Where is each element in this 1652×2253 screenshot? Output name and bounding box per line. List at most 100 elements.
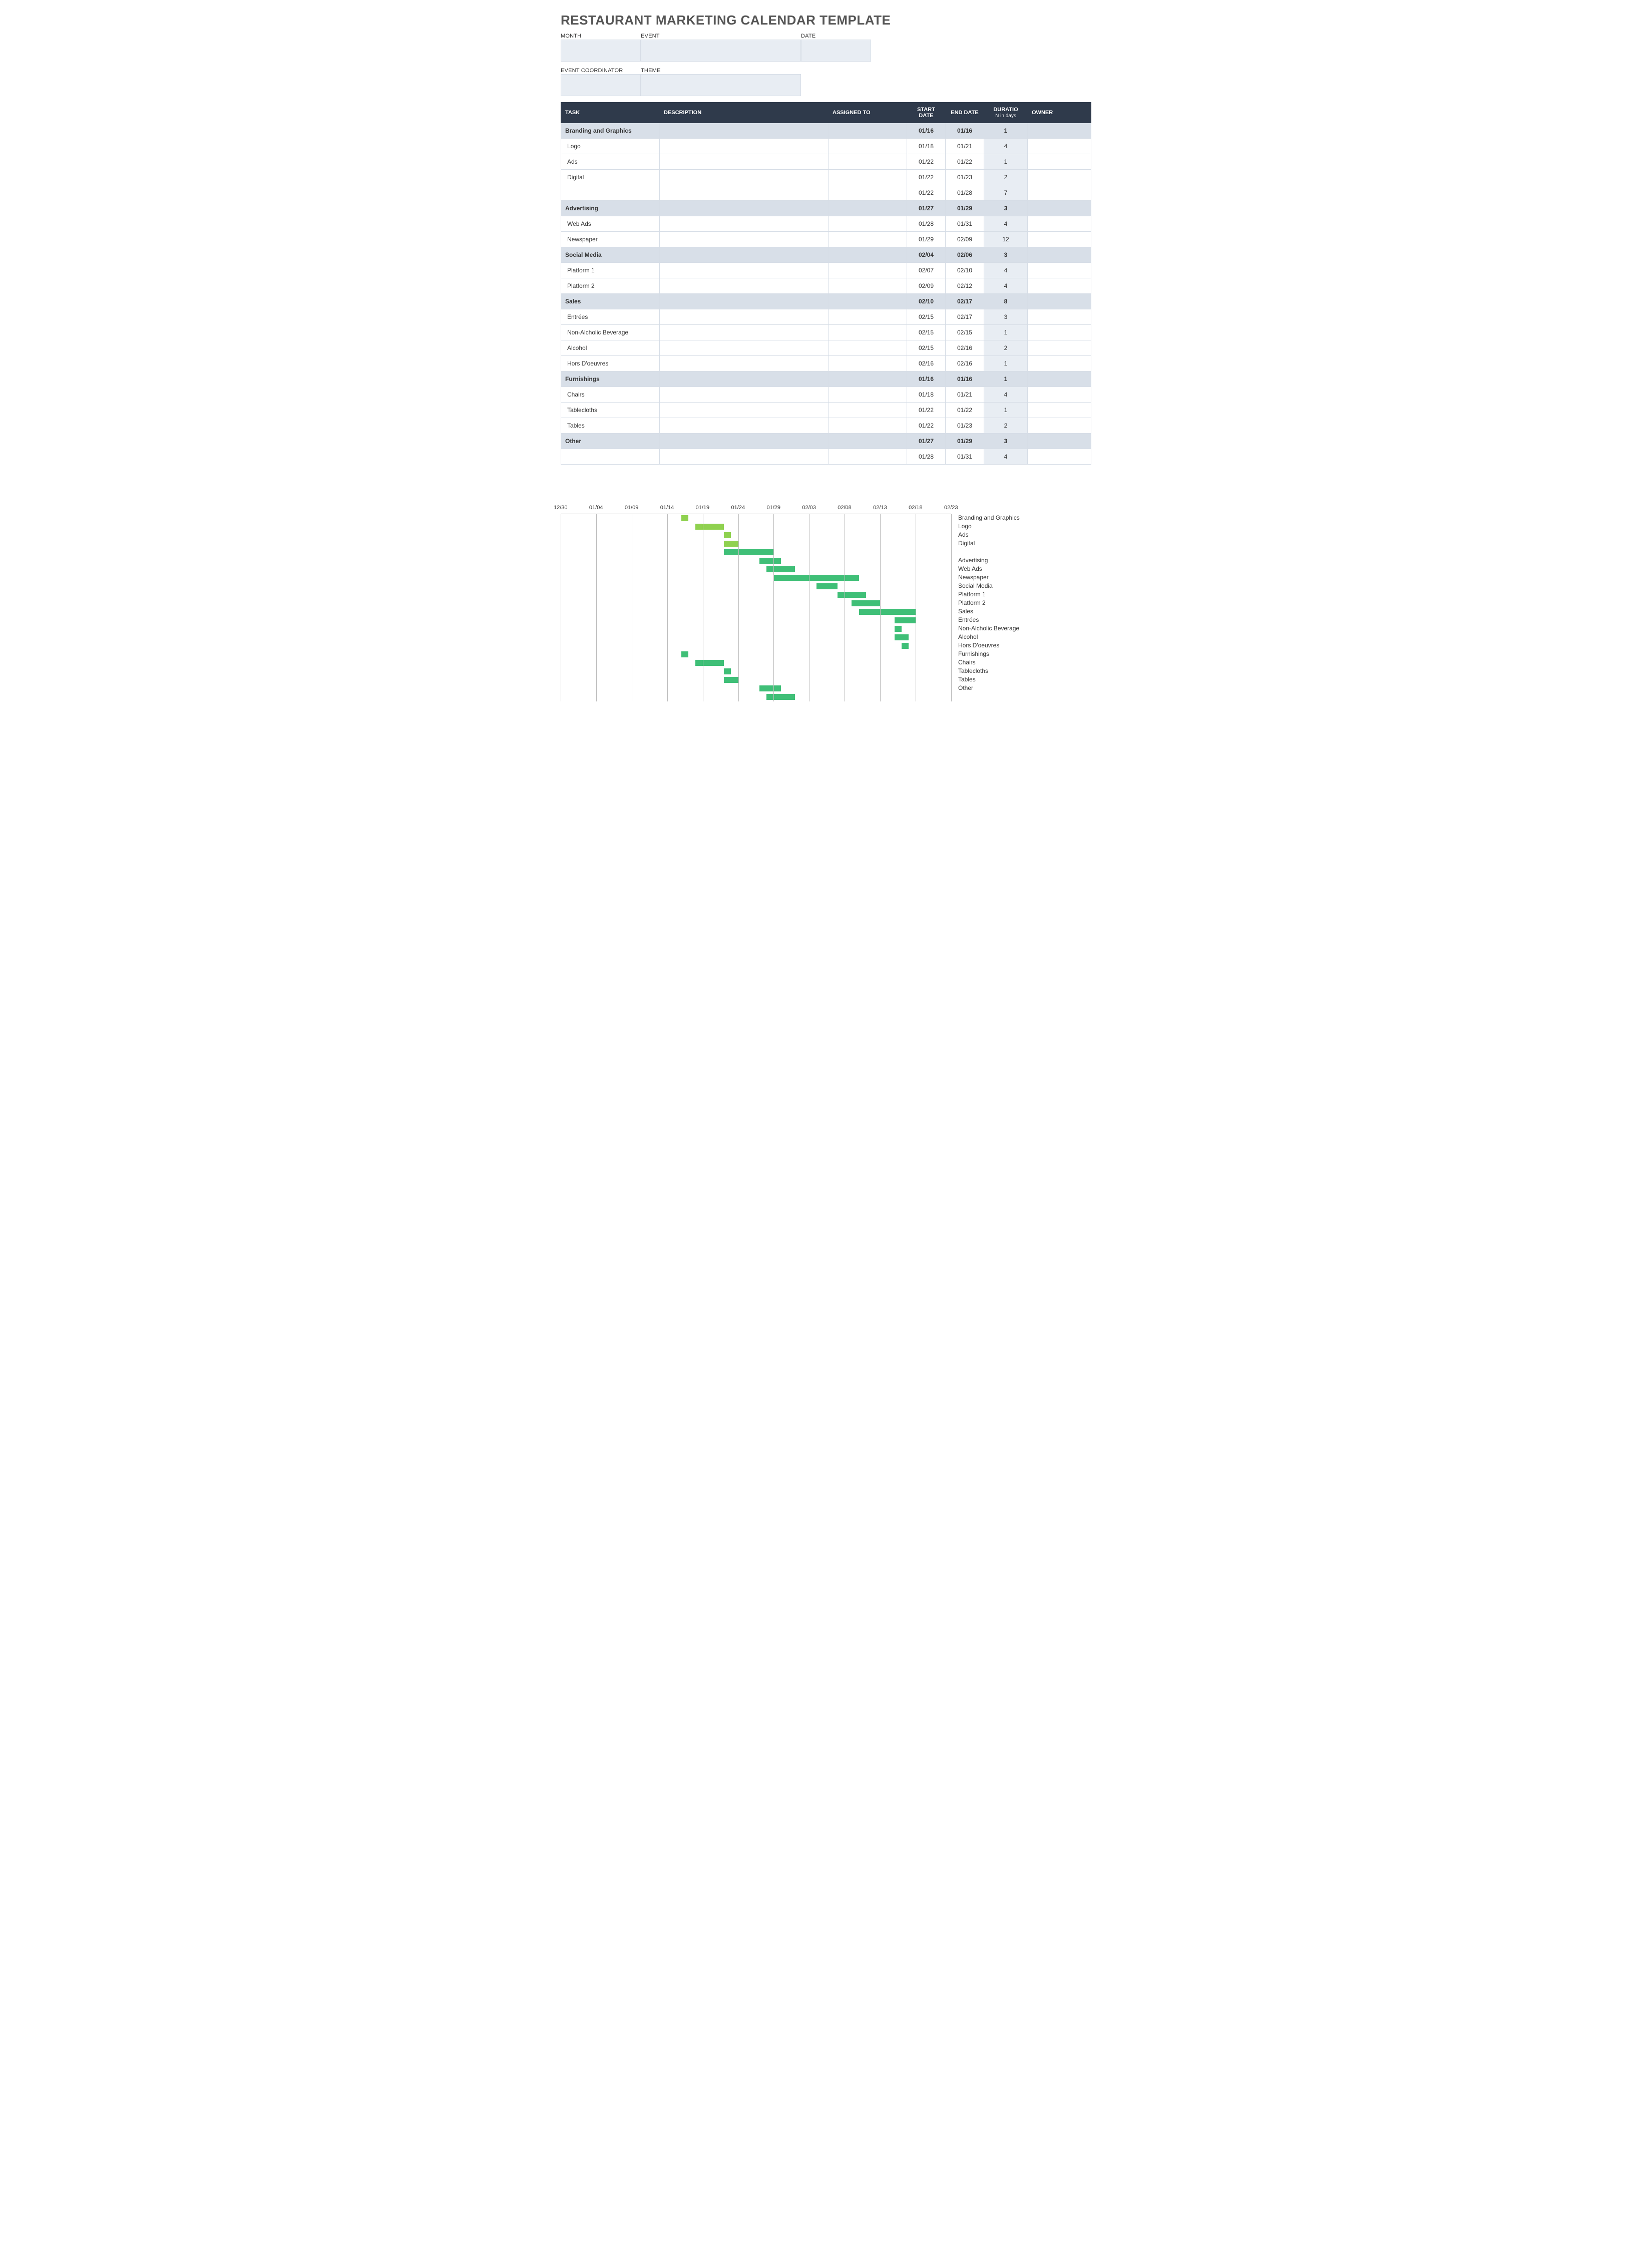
cell-task[interactable]: Platform 2 [561,278,660,294]
cell-duration[interactable]: 4 [984,387,1028,403]
cell-owner[interactable] [1028,170,1091,185]
cell-duration[interactable]: 4 [984,278,1028,294]
cell-start-date[interactable]: 02/15 [907,325,946,340]
cell-assigned[interactable] [829,278,907,294]
form-input[interactable] [561,40,641,62]
cell-duration[interactable]: 3 [984,247,1028,263]
cell-owner[interactable] [1028,185,1091,201]
cell-task[interactable]: Alcohol [561,340,660,356]
cell-end-date[interactable]: 02/16 [946,356,984,371]
cell-duration[interactable]: 4 [984,449,1028,465]
cell-start-date[interactable]: 01/22 [907,170,946,185]
cell-start-date[interactable]: 01/22 [907,154,946,170]
cell-assigned[interactable] [829,216,907,232]
cell-task[interactable]: Sales [561,294,660,309]
cell-assigned[interactable] [829,309,907,325]
cell-end-date[interactable]: 01/31 [946,216,984,232]
cell-owner[interactable] [1028,340,1091,356]
cell-assigned[interactable] [829,247,907,263]
cell-description[interactable] [660,340,829,356]
cell-end-date[interactable]: 01/16 [946,123,984,139]
cell-task[interactable]: Hors D'oeuvres [561,356,660,371]
cell-description[interactable] [660,403,829,418]
form-input[interactable] [641,40,801,62]
cell-duration[interactable]: 4 [984,263,1028,278]
cell-task[interactable] [561,449,660,465]
cell-start-date[interactable]: 01/27 [907,434,946,449]
cell-owner[interactable] [1028,356,1091,371]
cell-end-date[interactable]: 01/21 [946,387,984,403]
cell-end-date[interactable]: 01/22 [946,403,984,418]
cell-task[interactable]: Social Media [561,247,660,263]
cell-assigned[interactable] [829,449,907,465]
cell-description[interactable] [660,387,829,403]
cell-end-date[interactable]: 01/16 [946,371,984,387]
cell-start-date[interactable]: 01/22 [907,185,946,201]
cell-start-date[interactable]: 01/16 [907,371,946,387]
cell-assigned[interactable] [829,263,907,278]
cell-start-date[interactable]: 02/10 [907,294,946,309]
form-input[interactable] [561,74,641,96]
cell-description[interactable] [660,123,829,139]
cell-start-date[interactable]: 02/07 [907,263,946,278]
cell-task[interactable]: Branding and Graphics [561,123,660,139]
cell-description[interactable] [660,201,829,216]
cell-start-date[interactable]: 01/18 [907,387,946,403]
cell-start-date[interactable]: 02/16 [907,356,946,371]
cell-start-date[interactable]: 01/22 [907,403,946,418]
cell-start-date[interactable]: 01/27 [907,201,946,216]
cell-assigned[interactable] [829,325,907,340]
cell-description[interactable] [660,294,829,309]
cell-end-date[interactable]: 01/21 [946,139,984,154]
cell-owner[interactable] [1028,434,1091,449]
cell-assigned[interactable] [829,340,907,356]
cell-start-date[interactable]: 02/15 [907,309,946,325]
cell-owner[interactable] [1028,294,1091,309]
cell-assigned[interactable] [829,371,907,387]
cell-owner[interactable] [1028,371,1091,387]
cell-start-date[interactable]: 01/28 [907,449,946,465]
cell-duration[interactable]: 8 [984,294,1028,309]
cell-end-date[interactable]: 02/10 [946,263,984,278]
cell-assigned[interactable] [829,356,907,371]
cell-owner[interactable] [1028,154,1091,170]
cell-end-date[interactable]: 01/29 [946,434,984,449]
cell-task[interactable] [561,185,660,201]
cell-description[interactable] [660,247,829,263]
cell-description[interactable] [660,418,829,434]
cell-owner[interactable] [1028,201,1091,216]
cell-end-date[interactable]: 02/06 [946,247,984,263]
cell-start-date[interactable]: 01/16 [907,123,946,139]
cell-start-date[interactable]: 01/29 [907,232,946,247]
cell-assigned[interactable] [829,154,907,170]
cell-task[interactable]: Ads [561,154,660,170]
cell-task[interactable]: Non-Alcholic Beverage [561,325,660,340]
cell-description[interactable] [660,309,829,325]
cell-assigned[interactable] [829,294,907,309]
cell-task[interactable]: Tablecloths [561,403,660,418]
cell-duration[interactable]: 1 [984,325,1028,340]
cell-start-date[interactable]: 02/09 [907,278,946,294]
cell-task[interactable]: Entrées [561,309,660,325]
cell-end-date[interactable]: 02/17 [946,294,984,309]
cell-description[interactable] [660,449,829,465]
cell-task[interactable]: Digital [561,170,660,185]
cell-assigned[interactable] [829,170,907,185]
cell-duration[interactable]: 1 [984,356,1028,371]
cell-start-date[interactable]: 02/04 [907,247,946,263]
cell-end-date[interactable]: 02/15 [946,325,984,340]
cell-description[interactable] [660,434,829,449]
cell-assigned[interactable] [829,139,907,154]
cell-end-date[interactable]: 01/22 [946,154,984,170]
cell-duration[interactable]: 2 [984,170,1028,185]
cell-duration[interactable]: 1 [984,403,1028,418]
cell-end-date[interactable]: 01/31 [946,449,984,465]
cell-duration[interactable]: 3 [984,434,1028,449]
cell-assigned[interactable] [829,403,907,418]
cell-task[interactable]: Advertising [561,201,660,216]
cell-duration[interactable]: 7 [984,185,1028,201]
cell-start-date[interactable]: 01/18 [907,139,946,154]
cell-task[interactable]: Logo [561,139,660,154]
cell-end-date[interactable]: 01/28 [946,185,984,201]
cell-owner[interactable] [1028,139,1091,154]
